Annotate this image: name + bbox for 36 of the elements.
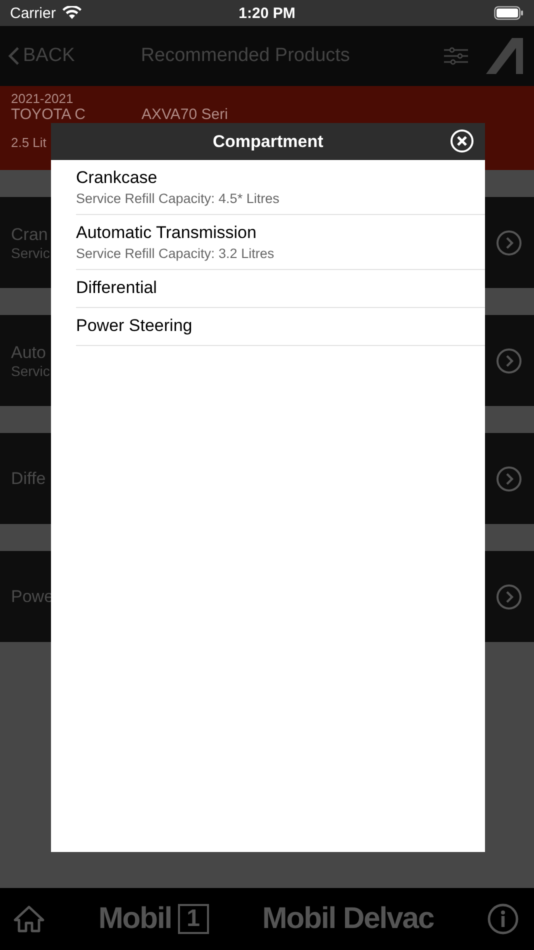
compartment-option[interactable]: Automatic Transmission Service Refill Capacity: 3.2 Litres [76,215,485,270]
chevron-left-icon [8,46,20,66]
option-title: Crankcase [76,167,158,189]
option-subtitle: Service Refill Capacity: 4.5* Litres [76,190,280,208]
row-subtitle: Servic [11,362,50,378]
vehicle-years: 2021-2021 [11,91,74,106]
engine-size: 2.5 Lit [11,135,46,150]
row-title: Auto [11,342,47,362]
wifi-icon [62,6,82,20]
chevron-circle-icon [496,348,522,374]
row-title: Powe [11,586,54,606]
chevron-circle-icon [496,466,522,492]
compartment-option[interactable]: Power Steering [76,308,485,346]
vehicle-model: AXVA70 Seri [141,106,228,123]
row-subtitle: Servic [11,244,50,260]
clock-time: 1:20 PM [238,4,296,22]
close-icon[interactable] [450,129,474,153]
page-title: Recommended Products [140,45,351,67]
battery-icon [494,6,524,20]
sliders-icon[interactable] [444,47,468,65]
compartment-option[interactable]: Crankcase Service Refill Capacity: 4.5* Litres [76,160,485,215]
dialog-title: Compartment [212,132,324,152]
row-title: Cran [11,224,49,244]
chevron-circle-icon [496,230,522,256]
option-subtitle: Service Refill Capacity: 3.2 Litres [76,245,276,263]
chevron-circle-icon [496,584,522,610]
option-title: Power Steering [76,315,194,337]
row-title: Diffe [11,468,46,488]
option-title: Automatic Transmission [76,222,258,244]
slash-logo-icon [486,38,524,74]
option-title: Differential [76,277,158,299]
home-icon[interactable] [13,905,45,933]
info-icon[interactable] [487,903,519,935]
compartment-option[interactable]: Differential [76,270,485,308]
carrier-label: Carrier [10,4,56,22]
vehicle-model: TOYOTA C [11,106,86,123]
